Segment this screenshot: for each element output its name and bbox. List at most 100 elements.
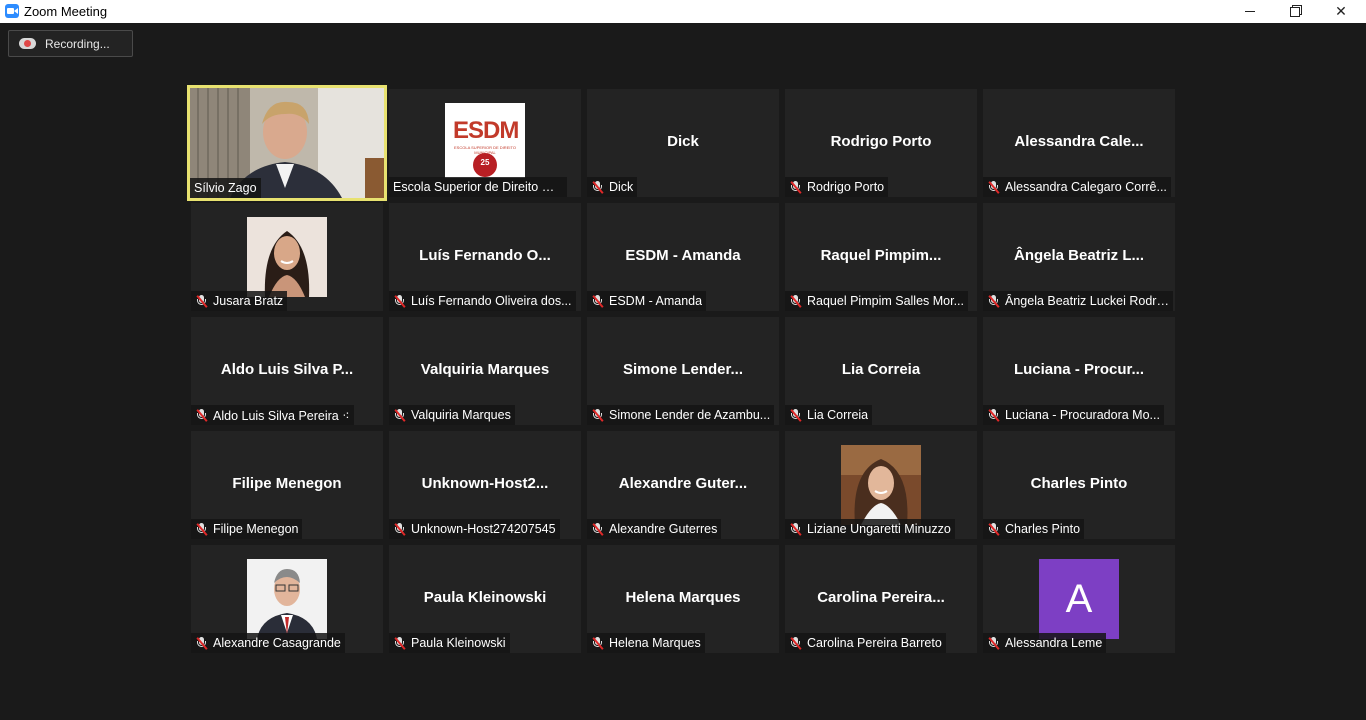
participant-name: Jusara Bratz bbox=[213, 294, 284, 308]
participant-name: Escola Superior de Direito Mu... bbox=[393, 180, 563, 194]
participant-tile[interactable]: Charles Pinto Charles Pinto bbox=[983, 431, 1175, 539]
participant-name: Liziane Ungaretti Minuzzo bbox=[807, 522, 951, 536]
participant-tile[interactable]: Paula Kleinowski Paula Kleinowski bbox=[389, 545, 581, 653]
participant-display-name: Luís Fernando O... bbox=[419, 247, 551, 264]
participant-name: Alexandre Guterres bbox=[609, 522, 718, 536]
participant-avatar: A bbox=[1039, 559, 1119, 639]
participant-tile[interactable]: Alexandre Casagrande bbox=[191, 545, 383, 653]
participant-tile[interactable]: Carolina Pereira... Carolina Pereira Bar… bbox=[785, 545, 977, 653]
recording-label: Recording... bbox=[45, 36, 110, 51]
participant-name-tag: Charles Pinto bbox=[983, 519, 1085, 539]
participant-name-tag: Alexandre Casagrande bbox=[191, 633, 345, 653]
participant-tile[interactable]: Sílvio Zago bbox=[187, 85, 387, 201]
participant-name-tag: Sílvio Zago bbox=[190, 178, 261, 198]
participant-tile[interactable]: ESDM ESCOLA SUPERIOR DE DIREITO MUNICIPA… bbox=[389, 89, 581, 197]
participant-display-name: Dick bbox=[667, 133, 699, 150]
anniversary-seal: 25 bbox=[473, 153, 497, 177]
mic-muted-icon bbox=[789, 180, 802, 194]
participant-tile[interactable]: Ângela Beatriz L... Ângela Beatriz Lucke… bbox=[983, 203, 1175, 311]
participant-display-name: Aldo Luis Silva P... bbox=[220, 361, 354, 378]
mic-muted-icon bbox=[789, 522, 802, 536]
participant-name-tag: Luís Fernando Oliveira dos... bbox=[389, 291, 576, 311]
participant-name: Alessandra Leme bbox=[1005, 636, 1103, 650]
mic-muted-icon bbox=[393, 522, 406, 536]
participant-name: Luís Fernando Oliveira dos... bbox=[411, 294, 572, 308]
participant-tile[interactable]: Luciana - Procur... Luciana - Procurador… bbox=[983, 317, 1175, 425]
mic-muted-icon bbox=[195, 522, 208, 536]
participant-name: Charles Pinto bbox=[1005, 522, 1081, 536]
participant-tile[interactable]: Liziane Ungaretti Minuzzo bbox=[785, 431, 977, 539]
participant-name: Alexandre Casagrande bbox=[213, 636, 341, 650]
mic-muted-icon bbox=[393, 408, 406, 422]
participant-display-name: Ângela Beatriz L... bbox=[1013, 247, 1145, 264]
participant-name-tag: Jusara Bratz bbox=[191, 291, 288, 311]
participant-name-tag: ESDM - Amanda bbox=[587, 291, 707, 311]
participant-photo bbox=[247, 217, 327, 297]
mic-muted-icon bbox=[789, 294, 802, 308]
participant-name-tag: Helena Marques bbox=[587, 633, 705, 653]
participant-display-name: Lia Correia bbox=[841, 361, 921, 378]
participant-name-tag: Luciana - Procuradora Mo... bbox=[983, 405, 1164, 425]
participant-name: Unknown-Host274207545 bbox=[411, 522, 556, 536]
participant-name-tag: Rodrigo Porto bbox=[785, 177, 889, 197]
participant-name-tag: Liziane Ungaretti Minuzzo bbox=[785, 519, 955, 539]
participant-display-name: Helena Marques bbox=[625, 589, 741, 606]
mic-muted-icon bbox=[987, 522, 1000, 536]
participant-tile[interactable]: Unknown-Host2... Unknown-Host274207545 bbox=[389, 431, 581, 539]
participant-name: Paula Kleinowski bbox=[411, 636, 506, 650]
maximize-button[interactable] bbox=[1272, 0, 1318, 23]
participant-display-name: Luciana - Procur... bbox=[1013, 361, 1145, 378]
participant-tile[interactable]: Dick Dick bbox=[587, 89, 779, 197]
mic-muted-icon bbox=[393, 636, 406, 650]
participant-tile[interactable]: Alexandre Guter... Alexandre Guterres bbox=[587, 431, 779, 539]
participant-tile[interactable]: Helena Marques Helena Marques bbox=[587, 545, 779, 653]
participant-name-tag: Alessandra Calegaro Corrê... bbox=[983, 177, 1171, 197]
window-title: Zoom Meeting bbox=[24, 4, 108, 19]
participant-display-name: Unknown-Host2... bbox=[421, 475, 549, 492]
participant-display-name: Raquel Pimpim... bbox=[820, 247, 942, 264]
mic-muted-icon bbox=[987, 294, 1000, 308]
participant-photo bbox=[841, 445, 921, 525]
participant-display-name: Alexandre Guter... bbox=[618, 475, 748, 492]
participant-tile[interactable]: ESDM - Amanda ESDM - Amanda bbox=[587, 203, 779, 311]
recording-indicator[interactable]: Recording... bbox=[8, 30, 133, 57]
participant-display-name: Simone Lender... bbox=[622, 361, 744, 378]
participant-name-tag: Carolina Pereira Barreto bbox=[785, 633, 946, 653]
participant-name: Carolina Pereira Barreto bbox=[807, 636, 942, 650]
mic-muted-icon bbox=[987, 408, 1000, 422]
participant-display-name: Paula Kleinowski bbox=[423, 589, 547, 606]
participant-name: Alessandra Calegaro Corrê... bbox=[1005, 180, 1167, 194]
participant-name: ESDM - Amanda bbox=[609, 294, 703, 308]
participant-display-name: Filipe Menegon bbox=[232, 475, 342, 492]
participant-name-tag: Paula Kleinowski bbox=[389, 633, 510, 653]
participant-tile[interactable]: Lia Correia Lia Correia bbox=[785, 317, 977, 425]
participant-tile[interactable]: Luís Fernando O... Luís Fernando Oliveir… bbox=[389, 203, 581, 311]
mic-muted-icon bbox=[591, 408, 604, 422]
participant-tile[interactable]: A Alessandra Leme bbox=[983, 545, 1175, 653]
mic-muted-icon bbox=[591, 180, 604, 194]
participant-tile[interactable]: Filipe Menegon Filipe Menegon bbox=[191, 431, 383, 539]
mic-muted-icon bbox=[195, 636, 208, 650]
participant-name: Raquel Pimpim Salles Mor... bbox=[807, 294, 965, 308]
mic-muted-icon bbox=[591, 522, 604, 536]
mic-muted-icon bbox=[591, 294, 604, 308]
participant-display-name: Carolina Pereira... bbox=[817, 589, 945, 606]
participant-name: Ângela Beatriz Luckei Rodri... bbox=[1005, 294, 1169, 308]
mic-muted-icon bbox=[195, 408, 208, 422]
minimize-button[interactable] bbox=[1227, 0, 1273, 23]
participant-tile[interactable]: Simone Lender... Simone Lender de Azambu… bbox=[587, 317, 779, 425]
participant-tile[interactable]: Alessandra Cale... Alessandra Calegaro C… bbox=[983, 89, 1175, 197]
participant-tile[interactable]: Raquel Pimpim... Raquel Pimpim Salles Mo… bbox=[785, 203, 977, 311]
participant-tile[interactable]: Valquiria Marques Valquiria Marques bbox=[389, 317, 581, 425]
participant-name-tag: Filipe Menegon bbox=[191, 519, 303, 539]
participant-name-tag: Alexandre Guterres bbox=[587, 519, 722, 539]
participant-tile[interactable]: Jusara Bratz bbox=[191, 203, 383, 311]
participant-tile[interactable]: Rodrigo Porto Rodrigo Porto bbox=[785, 89, 977, 197]
participant-name-tag: Ângela Beatriz Luckei Rodri... bbox=[983, 291, 1173, 311]
participant-tile[interactable]: Aldo Luis Silva P... Aldo Luis Silva Per… bbox=[191, 317, 383, 425]
mic-muted-icon bbox=[591, 636, 604, 650]
close-button[interactable]: ✕ bbox=[1318, 0, 1364, 23]
participant-name: Helena Marques bbox=[609, 636, 701, 650]
esdm-logo: ESDM ESCOLA SUPERIOR DE DIREITO MUNICIPA… bbox=[445, 103, 525, 178]
participant-name: Sílvio Zago bbox=[194, 181, 257, 195]
